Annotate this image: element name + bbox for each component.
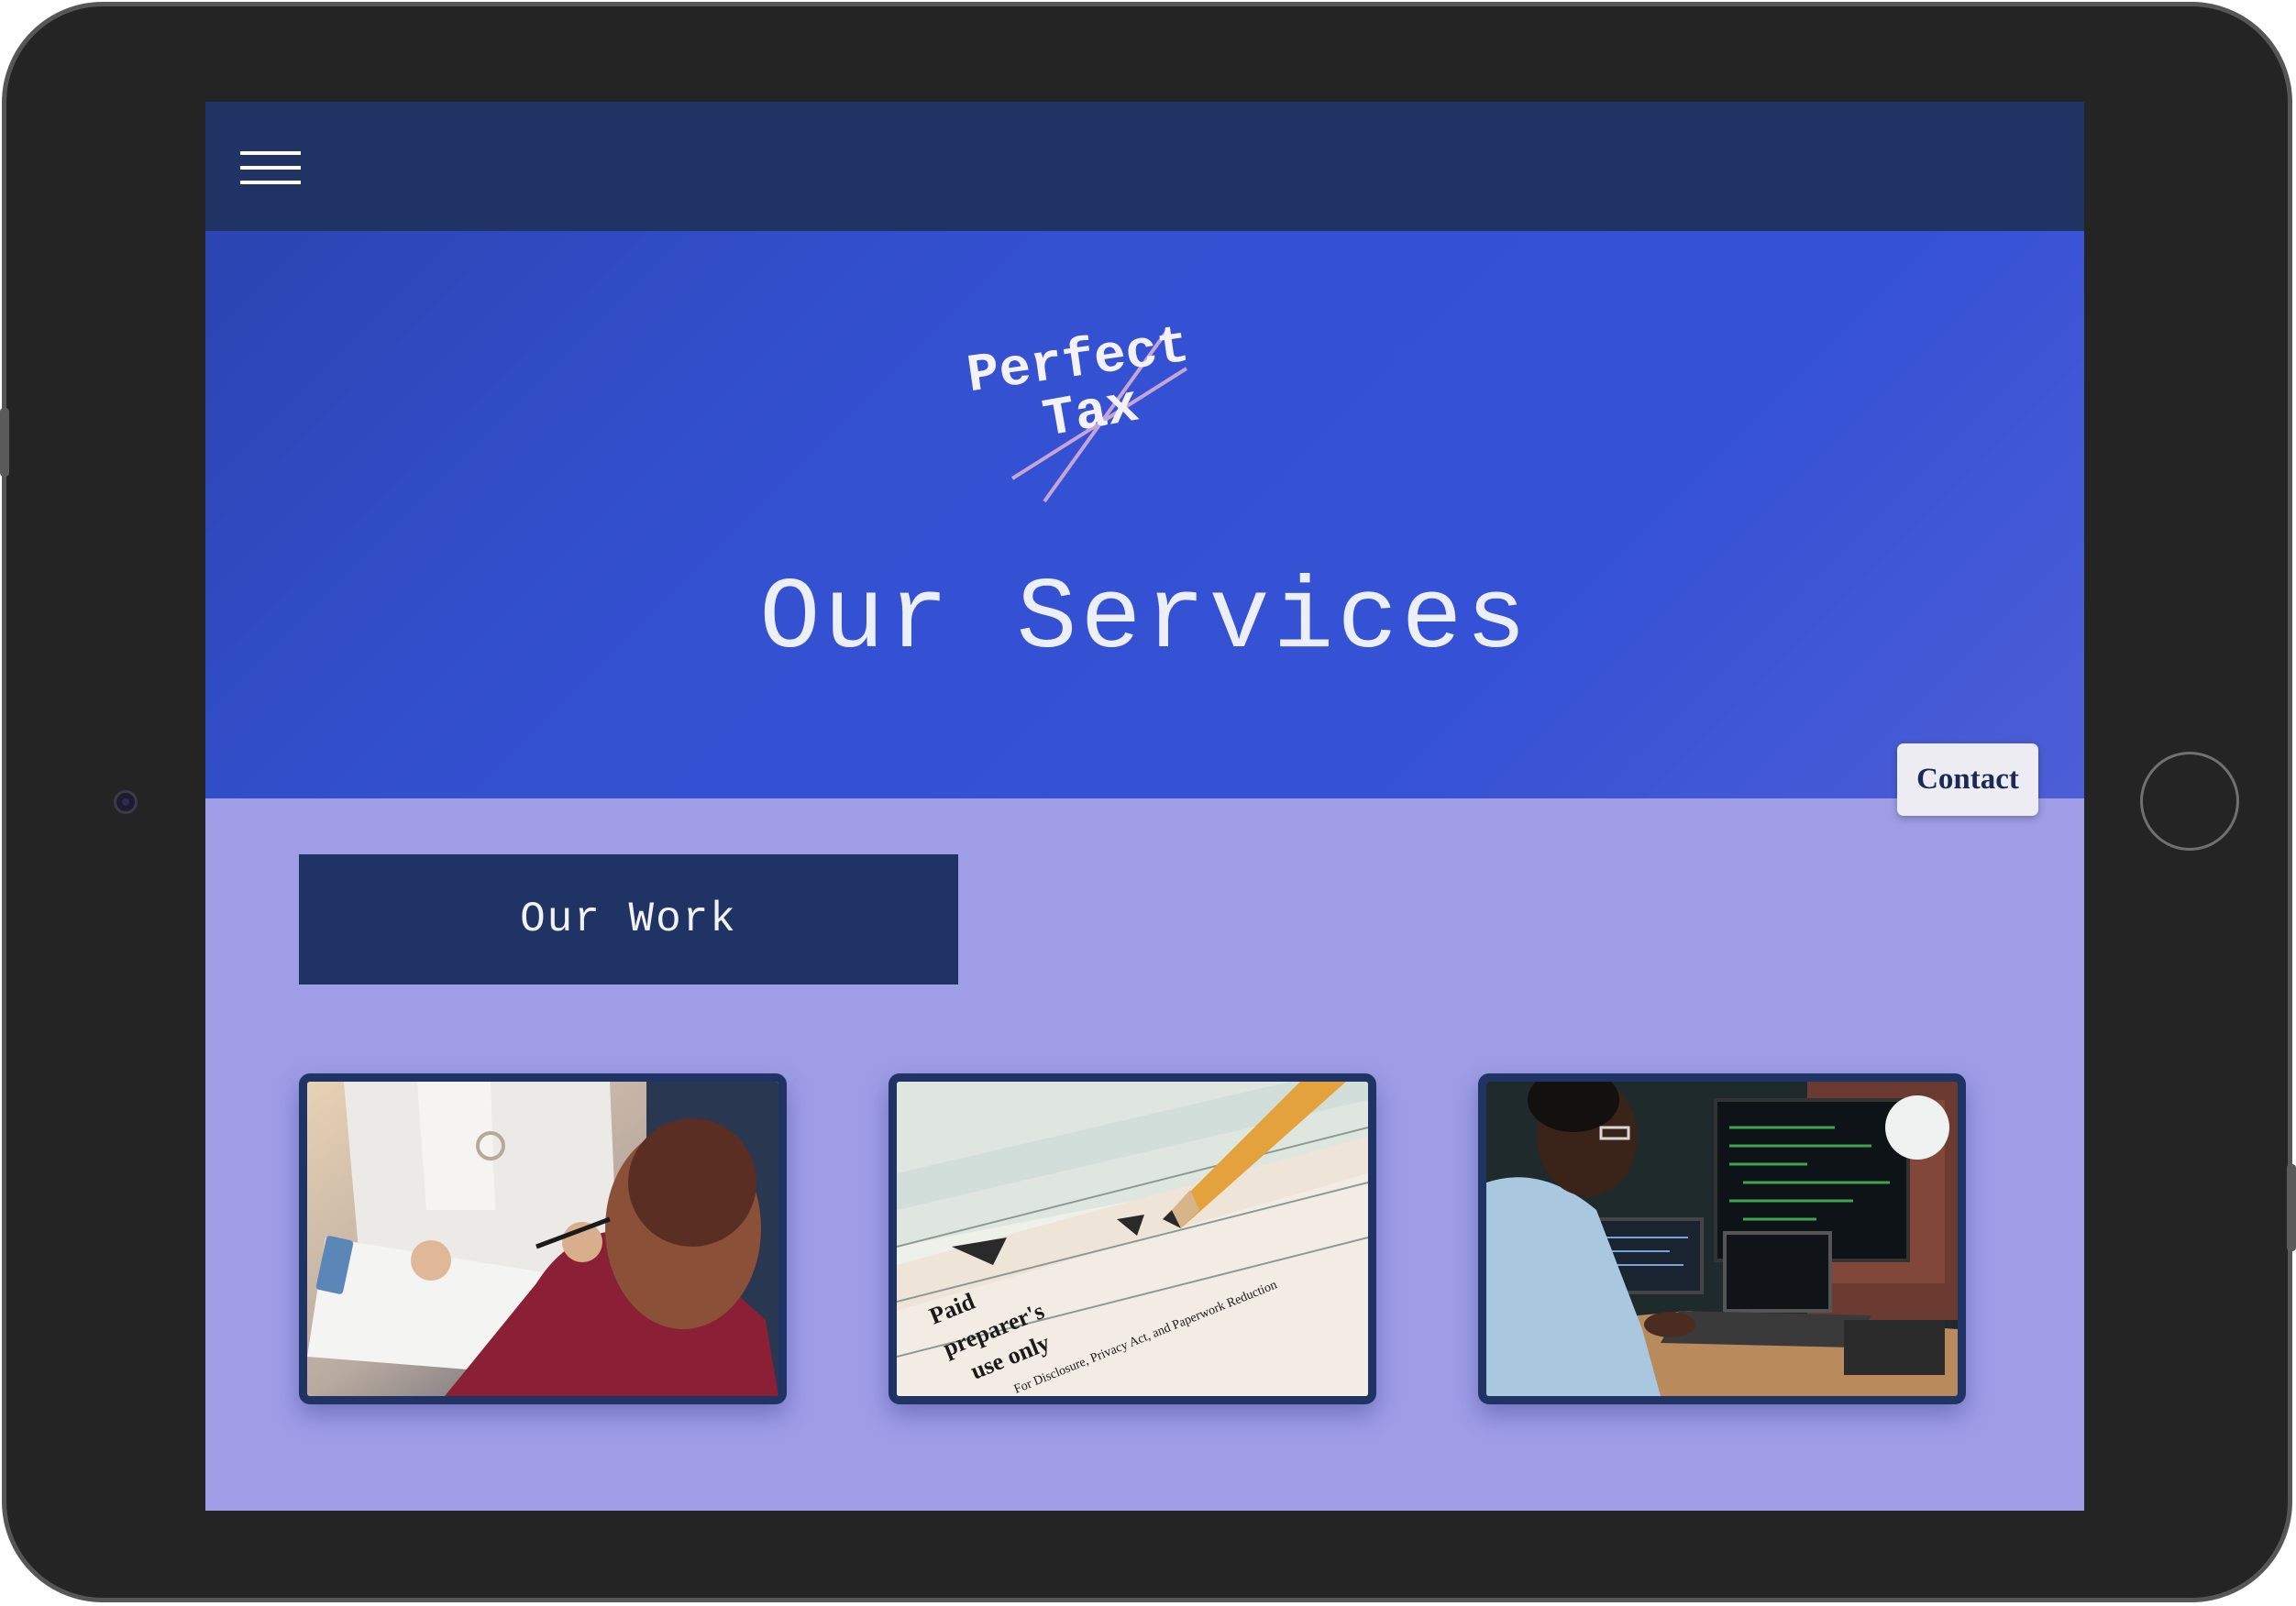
power-button [2287, 1164, 2296, 1251]
contact-button[interactable]: Contact [1897, 743, 2038, 816]
work-card-2[interactable]: Paid preparer's use only For Disclosure,… [889, 1073, 1376, 1404]
screen: Perfect Tax Our Services Contact Our Wor… [205, 102, 2084, 1511]
work-card-3[interactable] [1478, 1073, 1966, 1404]
hamburger-menu-icon[interactable] [240, 151, 301, 184]
work-card-1[interactable] [299, 1073, 787, 1404]
coding-photo [1486, 1082, 1958, 1396]
top-navbar [205, 102, 2084, 231]
hero-section: Perfect Tax Our Services [205, 231, 2084, 798]
page-title: Our Services [759, 563, 1530, 677]
doctor-patient-photo [307, 1082, 778, 1396]
front-camera [114, 790, 138, 814]
volume-button [0, 408, 9, 477]
tax-form-photo: Paid preparer's use only For Disclosure,… [897, 1082, 1368, 1396]
perfect-tax-logo[interactable]: Perfect Tax [957, 295, 1242, 506]
our-work-heading: Our Work [299, 854, 958, 984]
home-button[interactable] [2140, 752, 2239, 851]
